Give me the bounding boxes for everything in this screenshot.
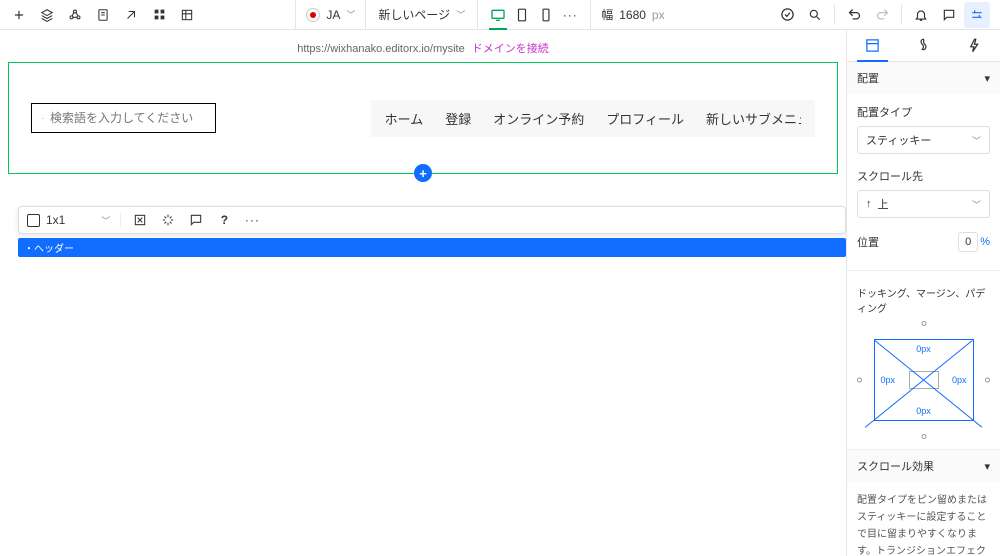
scroll-to-select[interactable]: ↑上 ﹀ [857, 190, 990, 218]
notification-icon[interactable] [908, 2, 934, 28]
chevron-down-icon: ﹀ [972, 198, 981, 211]
more-tool-icon[interactable]: ··· [243, 211, 261, 229]
redo-icon[interactable] [869, 2, 895, 28]
layout-tool-icon[interactable] [131, 211, 149, 229]
dock-handle-top[interactable] [921, 321, 926, 326]
arrow-up-icon: ↑ [866, 198, 872, 210]
header-section[interactable]: ホーム 登録 オンライン予約 プロフィール 新しいサブメニュー + [8, 62, 838, 174]
position-label: 位置 [857, 234, 879, 250]
add-section-button[interactable]: + [414, 164, 432, 182]
inspector-toggle-icon[interactable] [964, 2, 990, 28]
layout-type-select[interactable]: スティッキー ﹀ [857, 126, 990, 154]
caret-down-icon: ▾ [984, 72, 990, 85]
canvas-area: https://wixhanako.editorx.io/mysite ドメイン… [0, 30, 846, 556]
breadcrumb-tag[interactable]: ・ヘッダー [18, 238, 846, 257]
nav-item[interactable]: オンライン予約 [493, 109, 584, 128]
top-toolbar: JA ﹀ 新しいページ ﹀ ··· 幅 1680 px [0, 0, 1000, 30]
section-header-layout[interactable]: 配置 ▾ [847, 62, 1000, 94]
scroll-description: 配置タイプをピン留めまたはスティッキーに設定することで目に留まりやすくなります。… [857, 492, 990, 556]
zoom-icon[interactable] [802, 2, 828, 28]
check-icon[interactable] [774, 2, 800, 28]
language-selector[interactable]: JA ﹀ [295, 0, 366, 30]
apps-icon[interactable] [146, 2, 172, 28]
nav-item[interactable]: ホーム [385, 109, 424, 128]
inspector-panel: 配置 ▾ 配置タイプ スティッキー ﹀ スクロール先 ↑上 ﹀ 位置 0 [846, 30, 1000, 556]
caret-down-icon: ▾ [984, 460, 990, 473]
grid-checkbox-icon[interactable] [27, 214, 40, 227]
layout-type-label: 配置タイプ [857, 104, 990, 120]
nav-item[interactable]: 新しいサブメニュー [706, 109, 801, 128]
grid-label: 1x1 [46, 213, 65, 227]
comment-tool-icon[interactable] [187, 211, 205, 229]
page-icon[interactable] [90, 2, 116, 28]
chevron-down-icon: ﹀ [456, 8, 465, 21]
nav-menu: ホーム 登録 オンライン予約 プロフィール 新しいサブメニュー [371, 100, 815, 137]
chevron-down-icon: ﹀ [972, 134, 981, 147]
help-tool-icon[interactable]: ? [215, 211, 233, 229]
flag-jp-icon [306, 8, 320, 22]
chevron-down-icon: ﹀ [346, 8, 355, 21]
connect-domain-link[interactable]: ドメインを接続 [472, 43, 549, 55]
comment-icon[interactable] [936, 2, 962, 28]
scroll-to-label: スクロール先 [857, 168, 990, 184]
viewport-tablet-icon[interactable] [510, 2, 534, 28]
docking-label: ドッキング、マージン、パディング [857, 285, 990, 315]
lang-code: JA [326, 8, 340, 22]
add-element-icon[interactable] [6, 2, 32, 28]
viewport-desktop-icon[interactable] [486, 2, 510, 28]
position-value[interactable]: 0 [958, 232, 978, 252]
box-model[interactable]: 0px 0px 0px 0px [874, 339, 974, 421]
ai-tool-icon[interactable] [159, 211, 177, 229]
url-bar: https://wixhanako.editorx.io/mysite ドメイン… [0, 36, 846, 62]
tab-layout-icon[interactable] [847, 30, 898, 61]
viewport-more-icon[interactable]: ··· [558, 2, 582, 28]
dock-handle-right[interactable] [985, 378, 990, 383]
theme-icon[interactable] [118, 2, 144, 28]
nav-item[interactable]: プロフィール [606, 109, 684, 128]
floating-toolbar: 1x1 ﹀ ? ··· [18, 206, 846, 234]
dock-handle-bottom[interactable] [921, 434, 926, 439]
tab-interactions-icon[interactable] [949, 30, 1000, 61]
page-selector[interactable]: 新しいページ ﹀ [366, 0, 478, 30]
layers-icon[interactable] [34, 2, 60, 28]
search-input[interactable] [50, 111, 205, 125]
undo-icon[interactable] [841, 2, 867, 28]
width-control[interactable]: 幅 1680 px [591, 0, 674, 30]
chevron-down-icon[interactable]: ﹀ [101, 214, 110, 227]
position-unit[interactable]: % [980, 236, 990, 248]
viewport-mobile-icon[interactable] [534, 2, 558, 28]
search-box[interactable] [31, 103, 216, 133]
nav-item[interactable]: 登録 [445, 109, 471, 128]
section-header-scroll[interactable]: スクロール効果 ▾ [847, 450, 1000, 482]
tab-design-icon[interactable] [898, 30, 949, 61]
masters-icon[interactable] [62, 2, 88, 28]
dock-handle-left[interactable] [857, 378, 862, 383]
data-icon[interactable] [174, 2, 200, 28]
search-icon [42, 112, 44, 125]
